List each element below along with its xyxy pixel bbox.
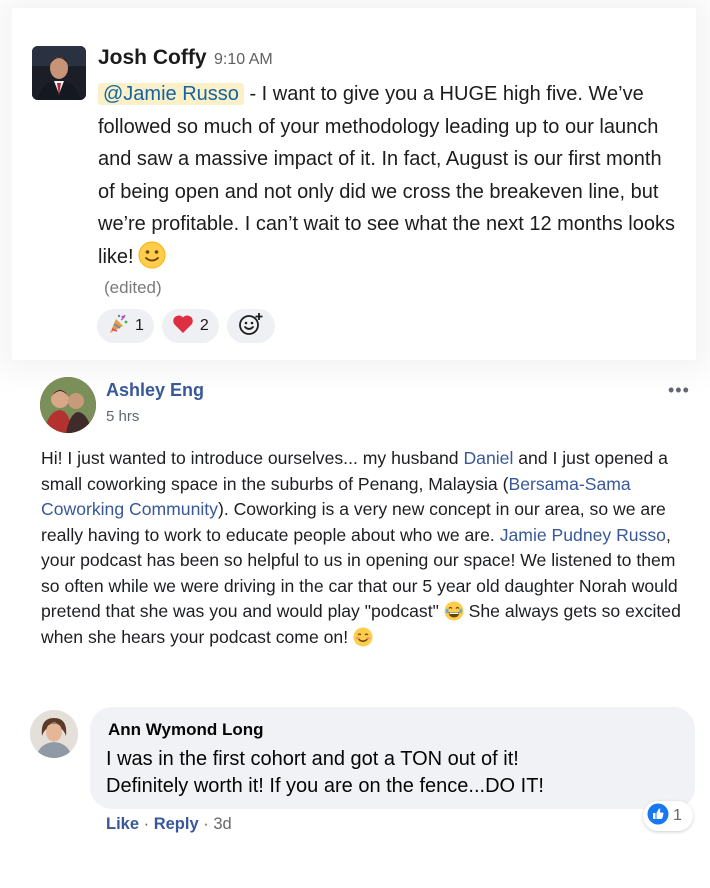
reactions-bar: 1 2 [97, 309, 275, 343]
message-timestamp[interactable]: 9:10 AM [214, 51, 273, 69]
add-reaction-button[interactable] [226, 309, 275, 343]
message-body: @Jamie Russo - I want to give you a HUGE… [98, 78, 678, 273]
more-options-icon[interactable]: ••• [668, 380, 690, 401]
blushing-emoji-icon [353, 627, 373, 647]
reaction-count: 1 [673, 807, 682, 824]
like-button[interactable]: Like [106, 815, 139, 833]
reaction-count: 1 [135, 317, 144, 334]
comment-text: I was in the first cohort and got a TON … [106, 746, 686, 800]
link-jamie-pudney-russo[interactable]: Jamie Pudney Russo [500, 525, 666, 545]
comment-actions: Like · Reply · 3d [106, 815, 232, 834]
comment-line: I was in the first cohort and got a TON … [106, 748, 519, 770]
user-mention[interactable]: @Jamie Russo [98, 83, 244, 105]
josh-coffy-avatar[interactable] [32, 46, 86, 100]
heart-icon [172, 314, 194, 339]
ann-wymond-long-avatar[interactable] [30, 710, 78, 758]
reply-button[interactable]: Reply [154, 815, 199, 833]
reaction-confetti[interactable]: 1 [97, 309, 154, 343]
avatar-image [30, 710, 78, 758]
message-author[interactable]: Josh Coffy [98, 46, 207, 70]
avatar-image [32, 46, 86, 100]
comment-reactions[interactable]: 1 [643, 801, 693, 831]
laughing-emoji-icon [444, 601, 464, 621]
ashley-eng-avatar[interactable] [40, 377, 96, 433]
add-reaction-icon [238, 312, 264, 341]
post-body: Hi! I just wanted to introduce ourselves… [41, 446, 693, 650]
reaction-count: 2 [199, 317, 209, 334]
like-reaction-icon [647, 803, 669, 830]
post-timestamp[interactable]: 5 hrs [106, 408, 139, 425]
comment-timestamp[interactable]: 3d [213, 815, 231, 833]
post-author[interactable]: Ashley Eng [106, 380, 204, 401]
message-text: - I want to give you a HUGE high five. W… [98, 83, 675, 268]
separator: · [198, 815, 214, 833]
slightly-smiling-face-icon [138, 241, 166, 269]
separator: · [139, 815, 154, 833]
comment-author[interactable]: Ann Wymond Long [108, 720, 264, 740]
comment-line: Definitely worth it! If you are on the f… [106, 775, 544, 797]
link-daniel[interactable]: Daniel [463, 448, 513, 468]
post-text: Hi! I just wanted to introduce ourselves… [41, 448, 464, 468]
edited-label: (edited) [104, 278, 162, 297]
avatar-image [40, 377, 96, 433]
confetti-icon [107, 313, 129, 340]
reaction-heart[interactable]: 2 [161, 309, 219, 343]
